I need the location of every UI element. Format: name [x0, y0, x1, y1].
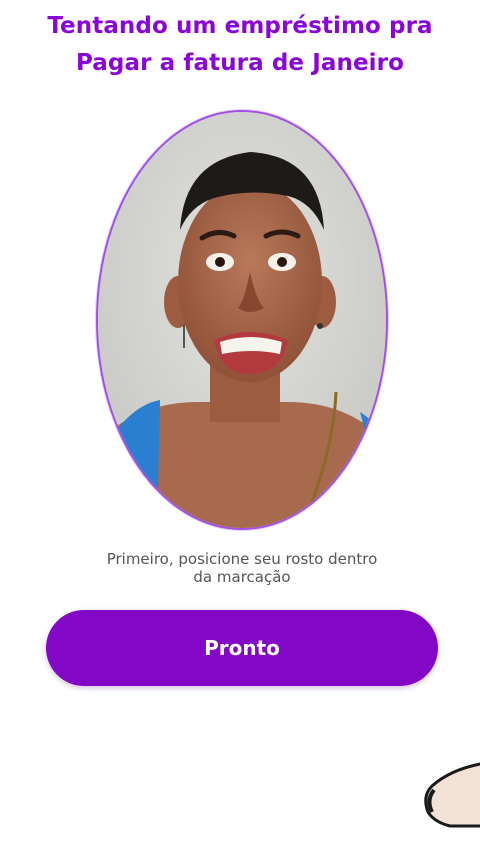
- instruction-line-1: Primeiro, posicione seu rosto dentro: [106, 550, 378, 568]
- shirt-strap-left: [106, 400, 160, 528]
- instruction-line-2: da marcação: [193, 568, 291, 586]
- camera-preview: [98, 112, 386, 528]
- face-verification-screen: Tentando um empréstimo pra Pagar a fatur…: [0, 0, 480, 854]
- caption-line-2: Pagar a fatura de Janeiro: [75, 50, 405, 76]
- caption-line-1: Tentando um empréstimo pra: [47, 13, 433, 39]
- ready-button[interactable]: Pronto: [46, 610, 438, 686]
- pointing-finger-icon: [424, 762, 480, 828]
- instruction-text: Primeiro, posicione seu rosto dentro da …: [60, 550, 424, 586]
- face-oval-frame: [96, 110, 388, 530]
- video-caption: Tentando um empréstimo pra Pagar a fatur…: [0, 8, 480, 82]
- shirt-strap-right: [360, 412, 386, 452]
